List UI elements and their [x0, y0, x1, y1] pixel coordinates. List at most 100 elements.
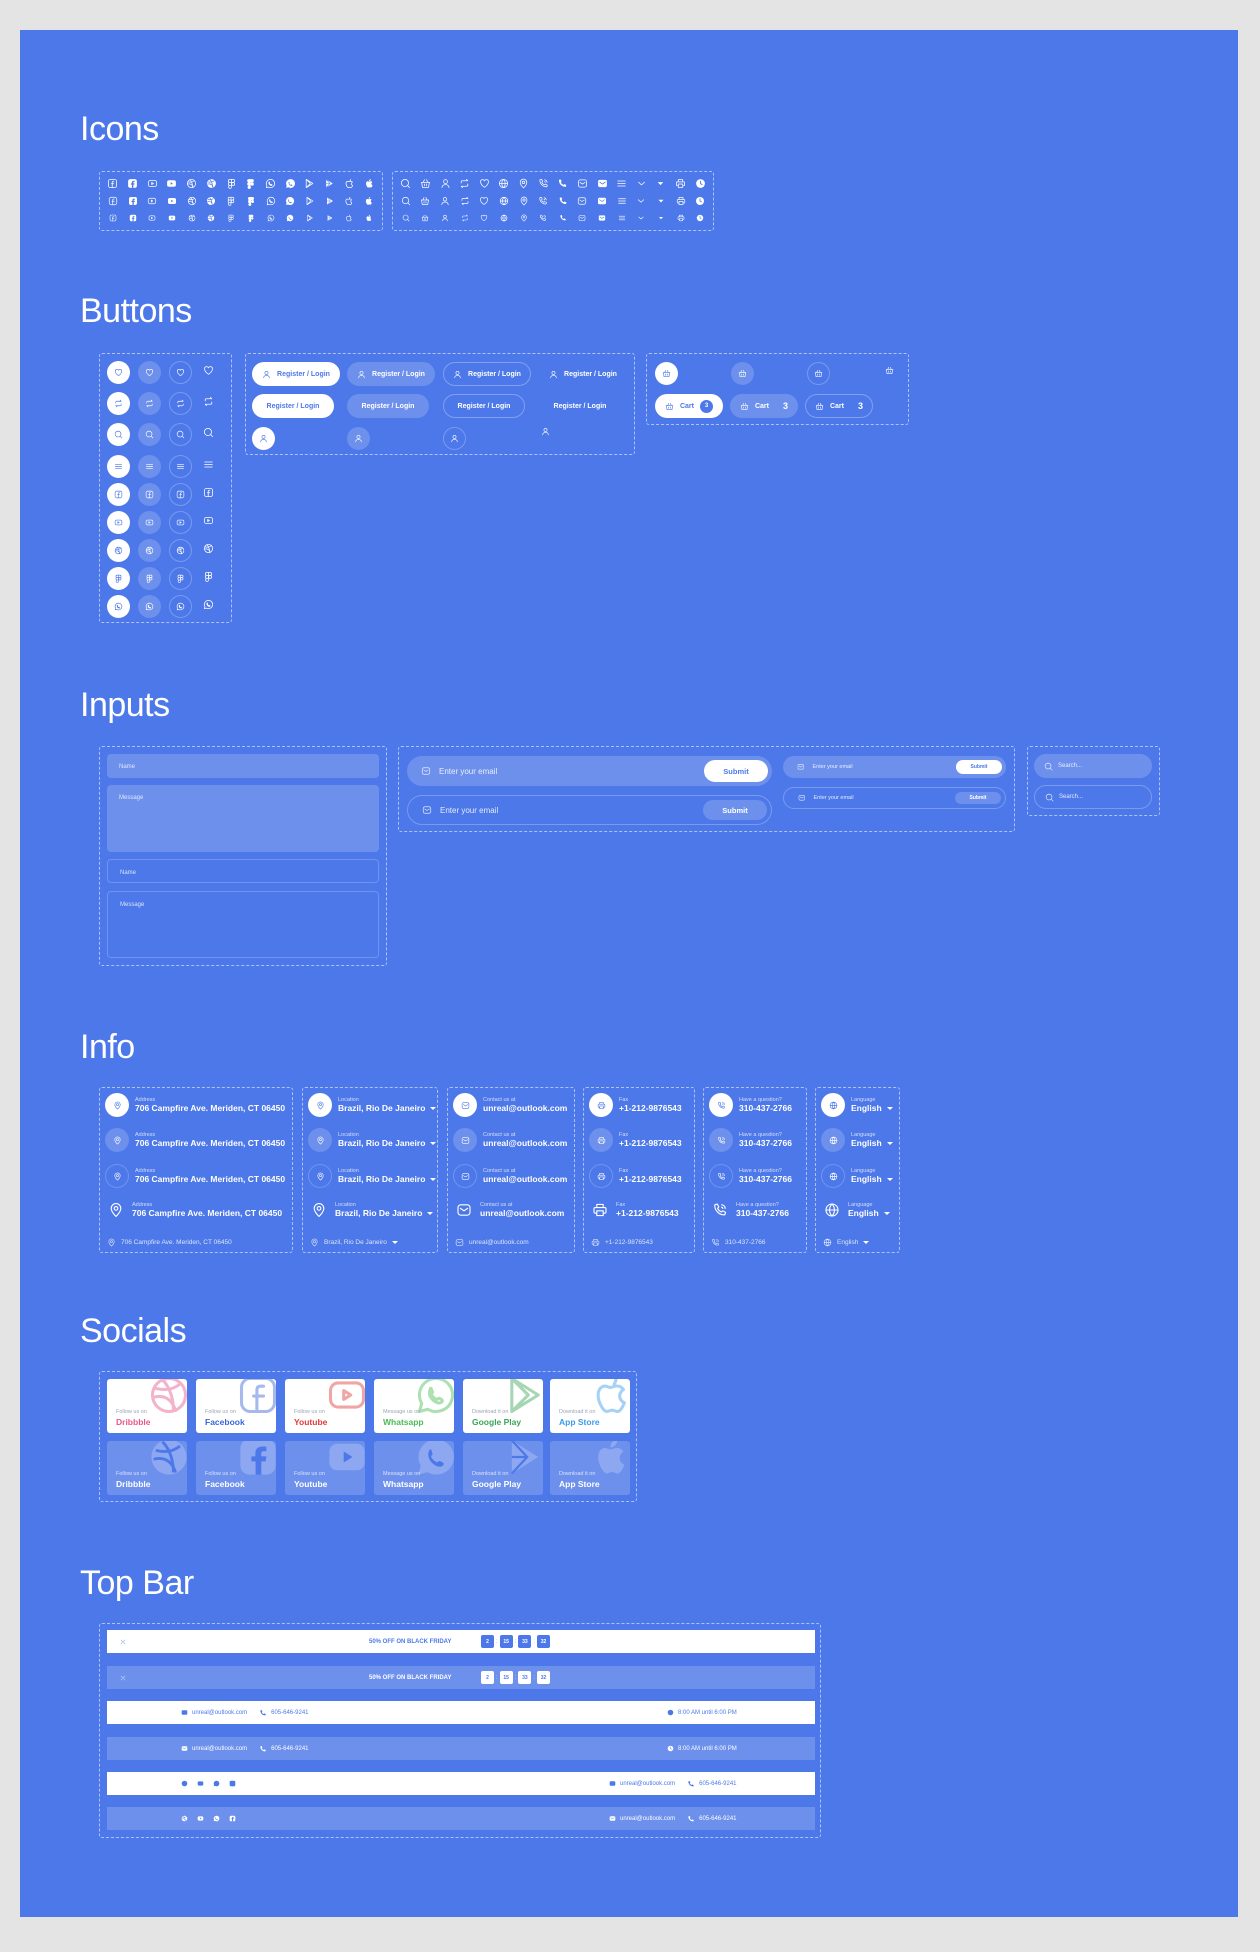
menu-icon-button[interactable]	[106, 454, 130, 478]
register-login-button-with-icon[interactable]: Register / Login	[252, 362, 340, 386]
phone-link[interactable]: 605-646-9241	[687, 1780, 737, 1788]
user-icon-button[interactable]	[443, 427, 466, 450]
whatsapp-social-card[interactable]: Message us on Whatsapp	[374, 1379, 454, 1433]
whatsapp-icon-button[interactable]	[201, 597, 215, 611]
name-field-filled[interactable]: Name	[107, 754, 379, 778]
youtube-icon-button[interactable]	[168, 510, 192, 534]
figma-icon-button[interactable]	[201, 569, 215, 583]
language-info-compact[interactable]: English	[823, 1238, 870, 1247]
search-icon-button[interactable]	[201, 425, 215, 439]
dribbble-social-card[interactable]: Follow us on Dribbble	[107, 1441, 187, 1495]
whatsapp-icon-button[interactable]	[106, 594, 130, 618]
youtube-icon[interactable]	[197, 1780, 204, 1787]
search-input-outline[interactable]: Search...	[1034, 785, 1152, 809]
whatsapp-icon-button[interactable]	[137, 594, 161, 618]
phone-link[interactable]: 605-646-9241	[259, 1709, 309, 1717]
location-info-item[interactable]: Location Brazil, Rio De Janeiro	[308, 1128, 437, 1152]
email-link[interactable]: unreal@outlook.com	[181, 1709, 247, 1716]
google-play-social-card[interactable]: Download it on Google Play	[463, 1379, 543, 1433]
dribbble-icon-button[interactable]	[137, 538, 161, 562]
whatsapp-icon[interactable]	[213, 1780, 220, 1787]
language-info-item[interactable]: Language English	[822, 1200, 890, 1220]
register-login-button[interactable]: Register / Login	[252, 394, 334, 418]
dribbble-icon[interactable]	[181, 1815, 188, 1822]
dribbble-icon-button[interactable]	[201, 541, 215, 555]
close-icon[interactable]	[119, 1638, 127, 1646]
name-field-outline[interactable]: Name	[107, 859, 379, 883]
submit-button[interactable]: Submit	[703, 800, 767, 820]
youtube-icon-button[interactable]	[137, 510, 161, 534]
register-login-button[interactable]: Register / Login	[443, 394, 525, 418]
language-info-item[interactable]: Language English	[821, 1164, 893, 1188]
figma-icon-button[interactable]	[137, 566, 161, 590]
dribbble-social-card[interactable]: Follow us on Dribbble	[107, 1379, 187, 1433]
user-icon-button[interactable]	[252, 427, 275, 450]
heart-icon-button[interactable]	[137, 360, 161, 384]
youtube-social-card[interactable]: Follow us on Youtube	[285, 1441, 365, 1495]
submit-button[interactable]: Submit	[956, 760, 1002, 774]
repeat-icon-button[interactable]	[137, 391, 161, 415]
search-input-filled[interactable]: Search...	[1034, 754, 1152, 778]
menu-icon-button[interactable]	[168, 454, 192, 478]
search-icon-button[interactable]	[106, 422, 130, 446]
search-icon-button[interactable]	[137, 422, 161, 446]
location-info-item[interactable]: Location Brazil, Rio De Janeiro	[309, 1200, 434, 1220]
basket-icon-button[interactable]	[731, 362, 754, 385]
newsletter-email-input[interactable]: Enter your email Submit	[783, 756, 1006, 778]
menu-icon-button[interactable]	[201, 457, 215, 471]
apple-social-card[interactable]: Download it on App Store	[550, 1379, 630, 1433]
youtube-icon-button[interactable]	[106, 510, 130, 534]
repeat-icon-button[interactable]	[168, 391, 192, 415]
cart-button[interactable]: Cart 3	[730, 394, 798, 418]
phone-link[interactable]: 605-646-9241	[687, 1815, 737, 1823]
facebook-icon-button[interactable]	[106, 482, 130, 506]
register-login-button-with-icon[interactable]: Register / Login	[539, 362, 627, 386]
submit-button[interactable]: Submit	[704, 760, 768, 782]
figma-icon-button[interactable]	[168, 566, 192, 590]
whatsapp-icon-button[interactable]	[168, 594, 192, 618]
dribbble-icon-button[interactable]	[106, 538, 130, 562]
whatsapp-social-card[interactable]: Message us on Whatsapp	[374, 1441, 454, 1495]
email-link[interactable]: unreal@outlook.com	[181, 1745, 247, 1752]
register-login-button-with-icon[interactable]: Register / Login	[443, 362, 531, 386]
register-login-button-with-icon[interactable]: Register / Login	[347, 362, 435, 386]
facebook-social-card[interactable]: Follow us on Facebook	[196, 1441, 276, 1495]
youtube-icon-button[interactable]	[201, 513, 215, 527]
newsletter-email-input[interactable]: Enter your email Submit	[407, 795, 772, 825]
message-field-filled[interactable]: Message	[107, 785, 379, 852]
facebook-icon-button[interactable]	[201, 485, 215, 499]
dribbble-icon-button[interactable]	[168, 538, 192, 562]
menu-icon-button[interactable]	[137, 454, 161, 478]
language-info-item[interactable]: Language English	[821, 1128, 893, 1152]
apple-social-card[interactable]: Download it on App Store	[550, 1441, 630, 1495]
facebook-social-card[interactable]: Follow us on Facebook	[196, 1379, 276, 1433]
close-icon[interactable]	[119, 1674, 127, 1682]
newsletter-email-input[interactable]: Enter your email Submit	[783, 787, 1006, 809]
repeat-icon-button[interactable]	[201, 394, 215, 408]
email-link[interactable]: unreal@outlook.com	[609, 1780, 675, 1787]
dribbble-icon[interactable]	[181, 1780, 188, 1787]
user-icon-button[interactable]	[347, 427, 370, 450]
google-play-social-card[interactable]: Download it on Google Play	[463, 1441, 543, 1495]
heart-icon-button[interactable]	[201, 363, 215, 377]
message-field-outline[interactable]: Message	[107, 891, 379, 958]
facebook-icon[interactable]	[229, 1780, 236, 1787]
facebook-icon[interactable]	[229, 1815, 236, 1822]
register-login-button[interactable]: Register / Login	[539, 394, 621, 418]
cart-button[interactable]: Cart 3	[805, 394, 873, 418]
youtube-icon[interactable]	[197, 1815, 204, 1822]
heart-icon-button[interactable]	[106, 360, 130, 384]
phone-link[interactable]: 605-646-9241	[259, 1745, 309, 1753]
heart-icon-button[interactable]	[168, 360, 192, 384]
user-icon-button[interactable]	[539, 425, 551, 437]
email-link[interactable]: unreal@outlook.com	[609, 1815, 675, 1822]
location-info-item[interactable]: Location Brazil, Rio De Janeiro	[308, 1093, 437, 1117]
basket-icon-button[interactable]	[655, 362, 678, 385]
submit-button[interactable]: Submit	[955, 792, 1001, 804]
cart-button[interactable]: Cart 3	[655, 394, 723, 418]
whatsapp-icon[interactable]	[213, 1815, 220, 1822]
basket-icon-button[interactable]	[807, 362, 830, 385]
youtube-social-card[interactable]: Follow us on Youtube	[285, 1379, 365, 1433]
location-info-compact[interactable]: Brazil, Rio De Janeiro	[310, 1238, 398, 1247]
facebook-icon-button[interactable]	[168, 482, 192, 506]
